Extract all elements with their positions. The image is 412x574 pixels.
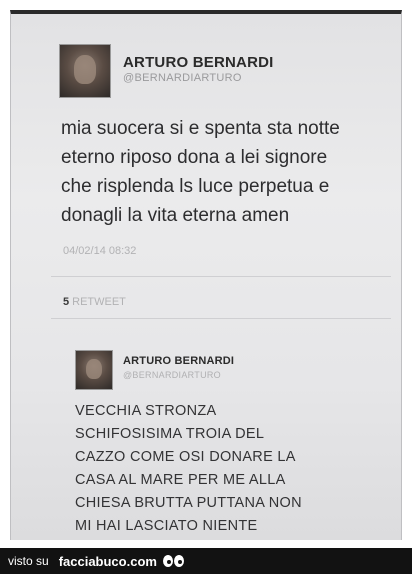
- author-handle[interactable]: @BERNARDIARTURO: [123, 72, 242, 84]
- reply-avatar[interactable]: [75, 350, 113, 390]
- watermark-prefix: visto su: [8, 554, 49, 568]
- tweet-line: donagli la vita eterna amen: [61, 205, 290, 226]
- eyes-icon: [162, 555, 184, 567]
- reply-line: CAZZO COME OSI DONARE LA: [75, 449, 296, 465]
- eye-left: [162, 555, 173, 567]
- avatar[interactable]: [59, 44, 111, 98]
- retweet-label: RETWEET: [72, 296, 126, 308]
- tweet-line: mia suocera si e spenta sta notte: [61, 118, 340, 139]
- reply-line: CASA AL MARE PER ME ALLA: [75, 472, 286, 488]
- tweet-screen: ARTURO BERNARDI @BERNARDIARTURO mia suoc…: [10, 10, 402, 540]
- reply-line: SCHIFOSISIMA TROIA DEL: [75, 426, 265, 442]
- reply-author-name[interactable]: ARTURO BERNARDI: [123, 355, 234, 367]
- divider: [51, 318, 391, 319]
- tweet-line: eterno riposo dona a lei signore: [61, 147, 328, 168]
- tweet-line: che risplenda ls luce perpetua e: [61, 176, 330, 197]
- author-name[interactable]: ARTURO BERNARDI: [123, 54, 274, 71]
- reply-author-handle[interactable]: @BERNARDIARTURO: [123, 370, 221, 380]
- reply-line: VECCHIA STRONZA: [75, 403, 217, 419]
- tweet-timestamp[interactable]: 04/02/14 08:32: [63, 245, 136, 257]
- retweet-stats[interactable]: 5 RETWEET: [63, 296, 126, 308]
- reply-line: CHIESA BRUTTA PUTTANA NON: [75, 495, 302, 511]
- tweet-text: mia suocera si e spenta sta notte eterno…: [61, 114, 391, 230]
- photo-frame: ARTURO BERNARDI @BERNARDIARTURO mia suoc…: [0, 0, 412, 548]
- eye-right: [173, 555, 184, 567]
- watermark-bar: visto su facciabuco.com: [0, 548, 412, 574]
- divider: [51, 276, 391, 277]
- retweet-count: 5: [63, 296, 70, 308]
- watermark-site[interactable]: facciabuco.com: [59, 554, 157, 569]
- reply-line: MI HAI LASCIATO NIENTE: [75, 518, 258, 534]
- reply-text: VECCHIA STRONZA SCHIFOSISIMA TROIA DEL C…: [75, 400, 375, 538]
